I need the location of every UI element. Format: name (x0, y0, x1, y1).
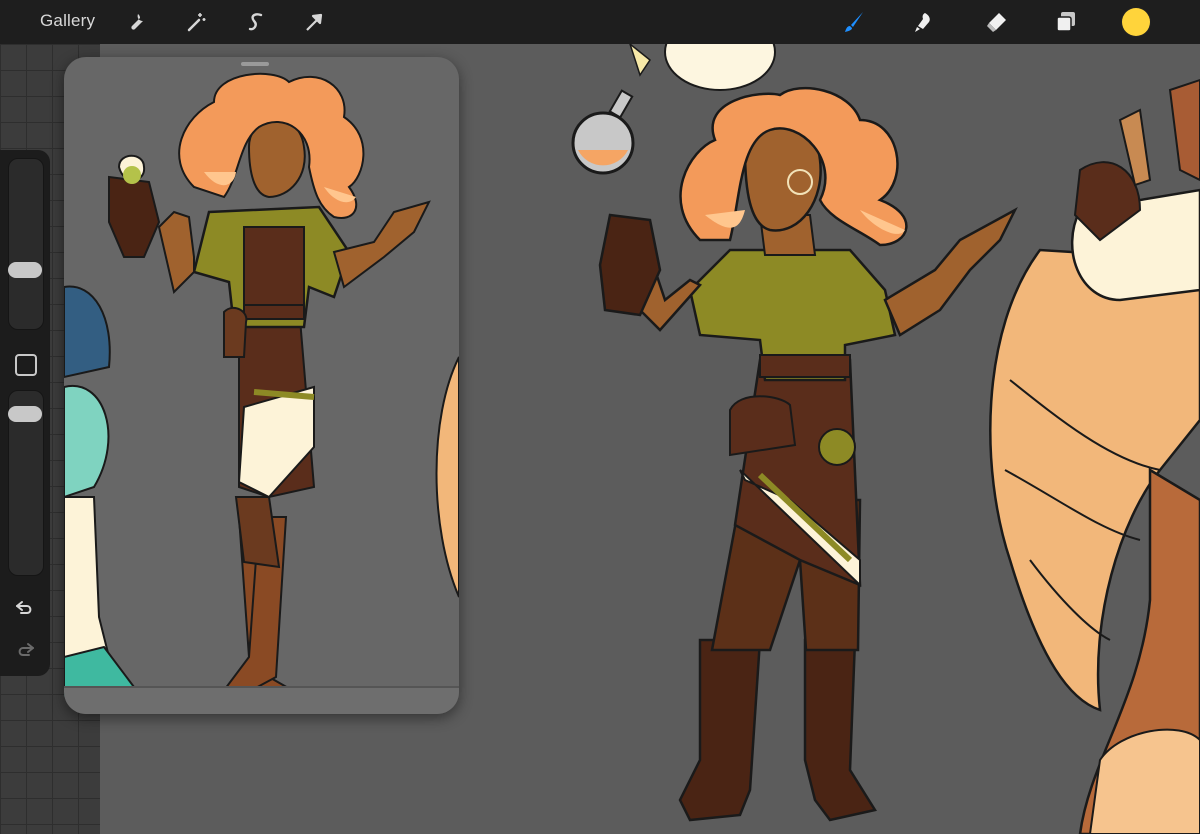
main-character (571, 86, 1018, 822)
reference-drag-handle[interactable] (241, 62, 269, 66)
smudge-icon[interactable] (912, 10, 936, 34)
selection-s-icon[interactable] (244, 10, 268, 34)
brush-size-slider[interactable] (8, 158, 44, 330)
modify-button[interactable] (15, 354, 37, 376)
magic-wand-icon[interactable] (184, 10, 208, 34)
reference-character (108, 72, 431, 704)
undo-icon[interactable] (13, 596, 37, 620)
reference-bottom-bar (64, 686, 459, 714)
egg-shape (664, 44, 776, 91)
winged-character (989, 78, 1200, 834)
brush-size-thumb[interactable] (8, 262, 42, 278)
gallery-button[interactable]: Gallery (40, 11, 95, 31)
layers-icon[interactable] (1054, 10, 1078, 34)
reference-image (64, 72, 459, 704)
opacity-thumb[interactable] (8, 406, 42, 422)
wrench-icon[interactable] (124, 10, 148, 34)
color-swatch[interactable] (1122, 8, 1150, 36)
top-toolbar: Gallery (0, 0, 1200, 44)
left-sidebar (0, 150, 50, 676)
redo-icon[interactable] (13, 638, 37, 662)
reference-window[interactable] (64, 57, 459, 714)
eraser-icon[interactable] (984, 10, 1008, 34)
transform-arrow-icon[interactable] (302, 10, 326, 34)
brush-icon[interactable] (842, 10, 866, 34)
